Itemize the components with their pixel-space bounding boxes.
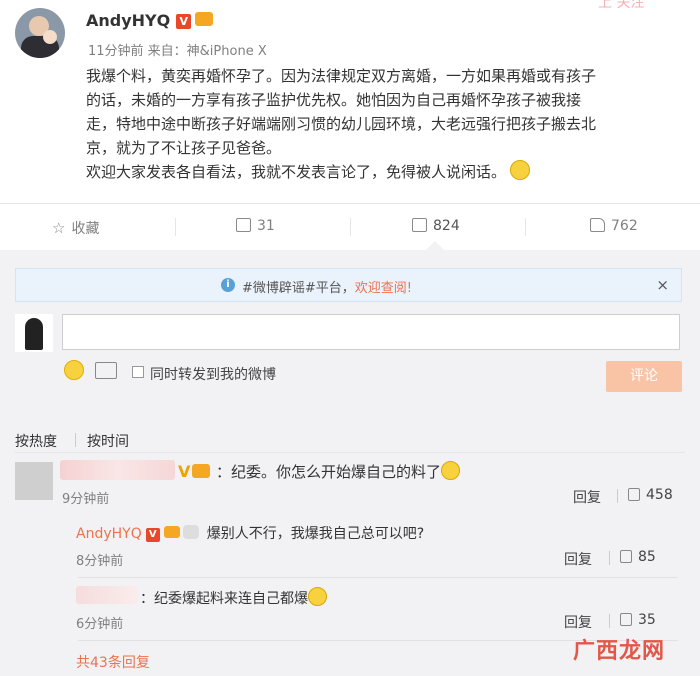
- more-replies-link[interactable]: 共43条回复: [76, 652, 150, 672]
- thumbs-up-icon: [628, 488, 640, 501]
- post-meta: 11分钟前 来自：神&iPhone X: [88, 44, 267, 59]
- reply-row: ：纪委爆起料来连自己都爆: [140, 587, 327, 608]
- comment-text-row: ：纪委。你怎么开始爆自己的料了: [216, 461, 461, 482]
- divider: [617, 489, 618, 503]
- divider: [350, 218, 351, 236]
- comment-text: ：纪委。你怎么开始爆自己的料了: [216, 463, 442, 481]
- notice-text: #微博辟谣#平台，欢迎查阅!: [242, 277, 412, 296]
- vip-badge-icon: V: [176, 14, 192, 29]
- repost-checkbox-label: 同时转发到我的微博: [150, 367, 276, 383]
- repost-count: 31: [257, 218, 275, 234]
- reply-text: ：纪委爆起料来连自己都爆: [140, 591, 308, 607]
- like-count: 762: [611, 218, 638, 234]
- emoji-icon[interactable]: [64, 360, 84, 380]
- image-icon[interactable]: [95, 362, 117, 379]
- comment-icon: [412, 218, 427, 232]
- like-button[interactable]: 762: [590, 218, 638, 234]
- comment-input[interactable]: [62, 314, 680, 350]
- post-line: 我爆个料，黄奕再婚怀孕了。因为法律规定双方离婚，一方如果再婚或有孩子: [86, 67, 597, 85]
- comment-tab-pointer: [426, 241, 444, 250]
- blurred-commenter-name: [60, 460, 175, 480]
- notice-label: #微博辟谣#平台，: [242, 281, 355, 296]
- member-crown-icon: [163, 526, 180, 538]
- divider: [609, 551, 610, 565]
- favorite-button[interactable]: ☆ 收藏: [52, 218, 99, 238]
- panda-emoji-icon: [182, 525, 199, 539]
- divider: [78, 577, 678, 578]
- site-watermark: 广西龙网: [573, 639, 666, 664]
- reply-like-button[interactable]: 85: [620, 549, 656, 565]
- commenter-avatar[interactable]: [15, 462, 53, 500]
- member-crown-icon: [192, 464, 211, 478]
- reply-reply-button[interactable]: 回复: [564, 549, 592, 569]
- comment-time: 9分钟前: [62, 492, 110, 507]
- reply-row: AndyHYQ V 爆别人不行，我爆我自己总可以吧?: [76, 523, 424, 543]
- follow-hint[interactable]: 上 关注: [598, 0, 644, 12]
- reply-like-count: 85: [638, 549, 656, 565]
- divider: [609, 614, 610, 628]
- current-user-avatar: [15, 314, 53, 352]
- reply-text: 爆别人不行，我爆我自己总可以吧?: [206, 526, 425, 542]
- reply-author-name[interactable]: AndyHYQ: [76, 526, 142, 542]
- comment-count: 824: [433, 218, 460, 234]
- post-action-bar: ☆ 收藏 31 824 762: [0, 203, 700, 250]
- notice-link[interactable]: 欢迎查阅!: [355, 281, 412, 296]
- rumor-notice-banner: i #微博辟谣#平台，欢迎查阅! ×: [15, 268, 682, 302]
- blurred-reply-author: [76, 586, 138, 604]
- thumbs-up-icon: [620, 613, 632, 626]
- author-avatar[interactable]: [15, 8, 65, 58]
- post-line: 的话，未婚的一方享有孩子监护优先权。她怕因为自己再婚怀孕孩子被我接: [86, 91, 582, 109]
- post-line: 走，特地中途中断孩子好端端刚习惯的幼儿园环境，大老远强行把孩子搬去北: [86, 115, 597, 133]
- reply-like-button[interactable]: 35: [620, 612, 656, 628]
- comment-reply-button[interactable]: 回复: [573, 487, 601, 507]
- thumbs-up-icon: [620, 550, 632, 563]
- smile-emoji-icon: [510, 160, 531, 180]
- divider: [75, 433, 76, 447]
- comment-like-button[interactable]: 458: [628, 487, 673, 503]
- post-line: 京，就为了不让孩子见爸爸。: [86, 139, 282, 157]
- sort-by-time-tab[interactable]: 按时间: [87, 431, 129, 451]
- favorite-label: 收藏: [71, 221, 100, 237]
- close-icon[interactable]: ×: [656, 276, 669, 294]
- reply-reply-button[interactable]: 回复: [564, 612, 592, 632]
- reply-time: 6分钟前: [76, 617, 124, 632]
- divider: [15, 452, 685, 453]
- laugh-emoji-icon: [308, 587, 327, 606]
- comment-like-count: 458: [646, 487, 673, 503]
- star-icon: ☆: [52, 219, 66, 237]
- repost-button[interactable]: 31: [236, 218, 275, 234]
- post-line: 欢迎大家发表各自看法，我就不发表言论了，免得被人说闲话。: [86, 163, 507, 181]
- author-name-row: AndyHYQ V: [86, 11, 214, 30]
- author-name[interactable]: AndyHYQ: [86, 11, 170, 30]
- thumbs-up-icon: [590, 218, 605, 232]
- repost-checkbox[interactable]: [132, 366, 144, 378]
- submit-comment-button[interactable]: 评论: [606, 361, 682, 392]
- divider: [175, 218, 176, 236]
- member-crown-icon: [195, 12, 214, 26]
- reply-like-count: 35: [638, 612, 656, 628]
- repost-icon: [236, 218, 251, 232]
- commenter-badges: V: [178, 462, 211, 481]
- info-icon: i: [221, 278, 235, 292]
- comment-button[interactable]: 824: [412, 218, 460, 234]
- post-line-last: 欢迎大家发表各自看法，我就不发表言论了，免得被人说闲话。: [86, 160, 682, 184]
- laugh-emoji-icon: [441, 461, 461, 480]
- post-content: 我爆个料，黄奕再婚怀孕了。因为法律规定双方离婚，一方如果再婚或有孩子 的话，未婚…: [86, 64, 682, 184]
- reply-time: 8分钟前: [76, 554, 124, 569]
- vip-badge-icon: V: [145, 528, 160, 542]
- sort-by-hot-tab[interactable]: 按热度: [15, 431, 57, 451]
- verified-badge-icon: V: [178, 462, 191, 481]
- divider: [525, 218, 526, 236]
